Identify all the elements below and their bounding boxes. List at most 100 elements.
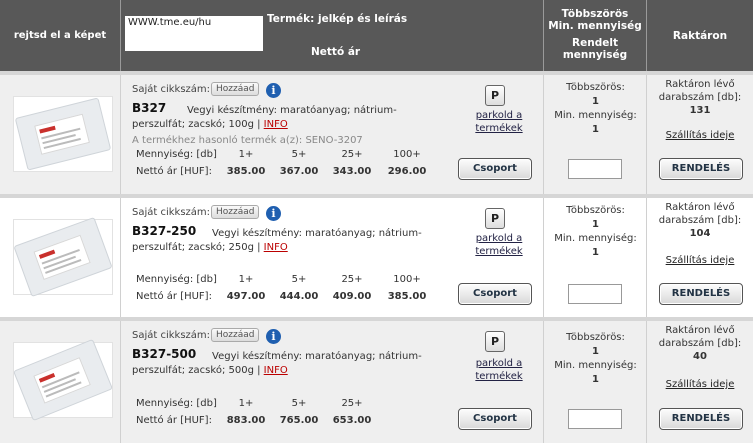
net-price-label: Nettó ár [HUF]: bbox=[136, 166, 212, 177]
price-value: 409.00 bbox=[332, 291, 372, 302]
stock-cell: Raktáron lévő darabszám [db]: 104 Szállítá… bbox=[647, 198, 753, 317]
stock-info: Raktáron lévő darabszám [db]: 131 bbox=[647, 78, 753, 117]
stock-info: Raktáron lévő darabszám [db]: 104 bbox=[647, 201, 753, 240]
product-description-cell: Saját cikkszám: Hozzáad i B327-250 Vegyi… bbox=[121, 198, 454, 317]
hide-images-toggle[interactable]: rejtsd el a képet bbox=[0, 0, 121, 71]
header-multiple: Többszörös bbox=[561, 8, 629, 20]
add-own-code-button[interactable]: Hozzáad bbox=[211, 328, 260, 342]
park-p-button[interactable]: P bbox=[485, 331, 505, 352]
stock-count: 131 bbox=[689, 105, 711, 116]
header-ordered-qty: mennyiség bbox=[562, 49, 628, 61]
qty-info: Többszörös: 1 Min. mennyiség: 1 bbox=[554, 82, 637, 135]
price-value: 765.00 bbox=[279, 415, 319, 426]
shipping-time-link[interactable]: Szállítás ideje bbox=[647, 379, 753, 390]
product-description: Vegyi készítmény: maratóanyag; nátrium- … bbox=[132, 227, 422, 255]
quantity-cell: Többszörös: 1 Min. mennyiség: 1 bbox=[544, 75, 647, 194]
qty-info: Többszörös: 1 Min. mennyiség: 1 bbox=[554, 205, 637, 258]
qty-tier: 5+ bbox=[291, 274, 307, 285]
header-min-qty: Min. mennyiség bbox=[548, 20, 642, 32]
stock-cell: Raktáron lévő darabszám [db]: 131 Szállítá… bbox=[647, 75, 753, 194]
header-quantity-column: Többszörös Min. mennyiség Rendelt mennyi… bbox=[544, 0, 647, 71]
order-button[interactable]: RENDELÉS bbox=[659, 408, 743, 430]
qty-info: Többszörös: 1 Min. mennyiség: 1 bbox=[554, 332, 637, 385]
description-line-2: perszulfát; zacskó; 100g | bbox=[132, 119, 261, 130]
group-button[interactable]: Csoport bbox=[458, 408, 532, 430]
add-own-code-button[interactable]: Hozzáad bbox=[211, 205, 260, 219]
description-line-1: Vegyi készítmény: maratóanyag; nátrium- bbox=[212, 351, 422, 362]
shipping-time-link[interactable]: Szállítás ideje bbox=[647, 130, 753, 141]
qty-tier: 5+ bbox=[291, 149, 307, 160]
product-row: Saját cikkszám: Hozzáad i B327-500 Vegyi… bbox=[0, 321, 753, 443]
description-line-1: Vegyi készítmény: maratóanyag; nátrium- bbox=[212, 228, 422, 239]
park-cell: P parkold a termékek Csoport bbox=[454, 75, 544, 194]
price-value: 296.00 bbox=[387, 166, 427, 177]
description-line-1: Vegyi készítmény: maratóanyag; nátrium- bbox=[187, 105, 397, 116]
price-value: 385.00 bbox=[226, 166, 266, 177]
park-cell: P parkold a termékek Csoport bbox=[454, 198, 544, 317]
park-p-button[interactable]: P bbox=[485, 208, 505, 229]
qty-tier: 25+ bbox=[341, 149, 363, 160]
info-link[interactable]: INFO bbox=[264, 365, 288, 376]
group-button[interactable]: Csoport bbox=[458, 158, 532, 180]
order-quantity-input[interactable] bbox=[568, 159, 622, 179]
park-product-link[interactable]: parkold a termékek bbox=[454, 232, 544, 258]
qty-tier: 1+ bbox=[238, 398, 254, 409]
product-image-cell bbox=[0, 75, 121, 194]
price-value: 444.00 bbox=[279, 291, 319, 302]
qty-tier: 100+ bbox=[393, 274, 421, 285]
own-code-label: Saját cikkszám: bbox=[132, 84, 211, 95]
product-image[interactable] bbox=[13, 338, 113, 422]
product-image[interactable] bbox=[13, 96, 113, 172]
description-line-2: perszulfát; zacskó; 250g | bbox=[132, 242, 261, 253]
qty-tier: 5+ bbox=[291, 398, 307, 409]
info-icon[interactable]: i bbox=[266, 206, 281, 221]
park-cell: P parkold a termékek Csoport bbox=[454, 321, 544, 443]
table-header: rejtsd el a képet WWW.tme.eu/hu Termék: … bbox=[0, 0, 753, 71]
group-button[interactable]: Csoport bbox=[458, 283, 532, 305]
product-image-cell bbox=[0, 198, 121, 317]
park-p-button[interactable]: P bbox=[485, 85, 505, 106]
qty-tier: 100+ bbox=[393, 149, 421, 160]
product-row: Saját cikkszám: Hozzáad i B327 Vegyi kés… bbox=[0, 75, 753, 194]
own-code-label: Saját cikkszám: bbox=[132, 207, 211, 218]
stock-count: 104 bbox=[689, 228, 711, 239]
price-value: 343.00 bbox=[332, 166, 372, 177]
product-image[interactable] bbox=[13, 216, 113, 298]
url-field[interactable]: WWW.tme.eu/hu bbox=[125, 16, 263, 51]
order-quantity-input[interactable] bbox=[568, 284, 622, 304]
qty-tier: 1+ bbox=[238, 274, 254, 285]
add-own-code-button[interactable]: Hozzáad bbox=[211, 82, 260, 96]
quantity-cell: Többszörös: 1 Min. mennyiség: 1 bbox=[544, 198, 647, 317]
header-net-price: Nettó ár bbox=[311, 46, 361, 58]
info-link[interactable]: INFO bbox=[264, 119, 288, 130]
header-ordered: Rendelt bbox=[572, 37, 618, 49]
info-icon[interactable]: i bbox=[266, 83, 281, 98]
hide-images-label: rejtsd el a képet bbox=[13, 30, 107, 41]
quantity-label: Mennyiség: [db] bbox=[136, 274, 217, 285]
product-table: rejtsd el a képet WWW.tme.eu/hu Termék: … bbox=[0, 0, 753, 443]
net-price-label: Nettó ár [HUF]: bbox=[136, 291, 212, 302]
price-value: 367.00 bbox=[279, 166, 319, 177]
qty-tier: 1+ bbox=[238, 149, 254, 160]
product-description: Vegyi készítmény: maratóanyag; nátrium- … bbox=[132, 104, 422, 132]
description-line-2: perszulfát; zacskó; 500g | bbox=[132, 365, 261, 376]
net-price-label: Nettó ár [HUF]: bbox=[136, 415, 212, 426]
product-description-cell: Saját cikkszám: Hozzáad i B327-500 Vegyi… bbox=[121, 321, 454, 443]
order-button[interactable]: RENDELÉS bbox=[659, 158, 743, 180]
shipping-time-link[interactable]: Szállítás ideje bbox=[647, 255, 753, 266]
product-row: Saját cikkszám: Hozzáad i B327-250 Vegyi… bbox=[0, 198, 753, 317]
park-product-link[interactable]: parkold a termékek bbox=[454, 357, 544, 383]
stock-info: Raktáron lévő darabszám [db]: 40 bbox=[647, 324, 753, 363]
order-quantity-input[interactable] bbox=[568, 409, 622, 429]
price-value: 653.00 bbox=[332, 415, 372, 426]
price-value: 883.00 bbox=[226, 415, 266, 426]
header-product-title: Termék: jelkép és leírás bbox=[267, 13, 408, 25]
order-button[interactable]: RENDELÉS bbox=[659, 283, 743, 305]
quantity-label: Mennyiség: [db] bbox=[136, 149, 217, 160]
park-product-link[interactable]: parkold a termékek bbox=[454, 109, 544, 135]
info-link[interactable]: INFO bbox=[264, 242, 288, 253]
price-value: 497.00 bbox=[226, 291, 266, 302]
quantity-label: Mennyiség: [db] bbox=[136, 398, 217, 409]
info-icon[interactable]: i bbox=[266, 329, 281, 344]
header-stock: Raktáron bbox=[672, 29, 728, 42]
